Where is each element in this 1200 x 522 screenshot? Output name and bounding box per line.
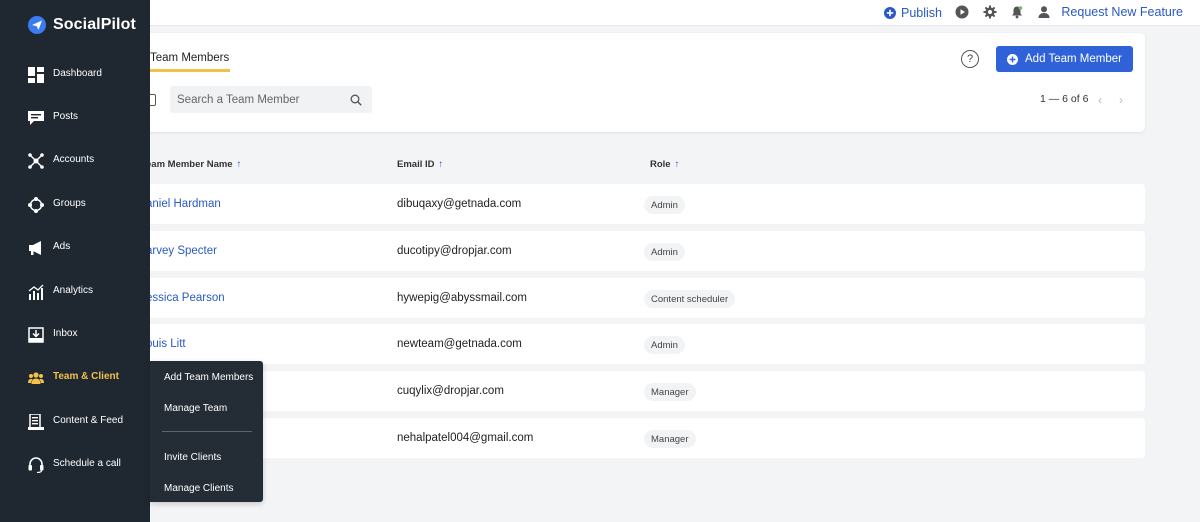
table-row: arvey Specter ducotipy@dropjar.com Admin [130,231,1145,271]
brand-logo[interactable]: SocialPilot [28,16,136,34]
sidebar-item-groups[interactable]: Groups [0,190,150,220]
member-name-link[interactable]: arvey Specter [146,245,217,257]
sidebar-item-label: Analytics [53,285,94,296]
accounts-icon [28,153,44,169]
add-team-member-button[interactable]: Add Team Member [996,46,1133,72]
column-header-name[interactable]: eam Member Name ↑ [146,159,241,170]
search-icon[interactable] [350,94,362,106]
sidebar-item-label: Ads [53,241,71,252]
member-email: newteam@getnada.com [397,338,522,350]
role-badge: Admin [644,336,685,354]
content-feed-icon [28,414,44,430]
play-icon[interactable] [955,5,969,19]
table-row: ouis Litt newteam@getnada.com Admin [130,324,1145,364]
tab-team-members[interactable]: Team Members [150,52,229,64]
column-header-role[interactable]: Role ↑ [650,159,679,170]
sidebar-item-accounts[interactable]: Accounts [0,146,150,176]
sidebar-item-inbox[interactable]: Inbox [0,320,150,350]
member-email: nehalpatel004@gmail.com [397,432,534,444]
submenu-manage-clients[interactable]: Manage Clients [164,483,233,494]
member-email: ducotipy@dropjar.com [397,245,512,257]
sidebar-item-dashboard[interactable]: Dashboard [0,60,150,90]
sidebar-item-schedule-call[interactable]: Schedule a call [0,450,150,480]
brand-name: SocialPilot [53,16,136,33]
sidebar-item-label: Content & Feed [53,415,124,426]
role-badge: Content scheduler [644,290,736,308]
sidebar-item-posts[interactable]: Posts [0,103,150,133]
role-badge: Admin [644,196,685,214]
inbox-icon [28,327,44,343]
next-page-icon[interactable]: › [1119,93,1123,107]
role-badge: Admin [644,243,685,261]
member-name-link[interactable]: aniel Hardman [146,198,221,210]
sidebar-item-team-client[interactable]: Team & Client [0,363,150,393]
submenu-divider [162,431,252,432]
member-name-link[interactable]: ouis Litt [146,338,186,350]
sort-arrow-icon: ↑ [236,159,242,170]
member-email: hywepig@abyssmail.com [397,292,527,304]
team-icon [28,370,44,386]
search-input[interactable] [170,87,340,112]
plus-circle-icon [1007,53,1019,65]
megaphone-icon [28,240,44,256]
sidebar-item-label: Team & Client [53,371,119,382]
team-members-card: Team Members ? Add Team Member 1 — 6 of … [130,33,1145,132]
column-header-label: eam Member Name [146,159,233,170]
sidebar-item-label: Schedule a call [53,458,121,469]
prev-page-icon[interactable]: ‹ [1098,93,1102,107]
publish-label: Publish [901,6,942,20]
column-header-label: Email ID [397,159,435,170]
pagination-info: 1 — 6 of 6 [1040,93,1089,105]
help-icon[interactable]: ? [961,50,979,68]
user-icon[interactable] [1037,5,1051,19]
role-badge: Manager [644,430,696,448]
member-email: dibuqaxy@getnada.com [397,198,522,210]
table-row: cuqylix@dropjar.com Manager [130,371,1145,411]
role-badge: Manager [644,383,696,401]
sidebar-item-label: Posts [53,111,79,122]
table-row: aniel Hardman dibuqaxy@getnada.com Admin [130,184,1145,224]
dashboard-icon [28,67,44,83]
publish-button[interactable]: Publish [884,4,942,22]
posts-icon [28,110,44,126]
sidebar-item-label: Dashboard [53,68,102,79]
headset-icon [28,457,44,473]
analytics-icon [28,284,44,300]
gear-icon[interactable] [983,5,997,19]
sidebar-item-label: Inbox [53,328,78,339]
submenu-invite-clients[interactable]: Invite Clients [164,452,221,463]
groups-icon [28,197,44,213]
plus-circle-icon [884,7,896,19]
sort-arrow-icon: ↑ [674,159,680,170]
sidebar-item-label: Groups [53,198,86,209]
column-header-label: Role [650,159,671,170]
sidebar-item-content-feed[interactable]: Content & Feed [0,407,150,437]
member-email: cuqylix@dropjar.com [397,385,504,397]
sort-arrow-icon: ↑ [438,159,444,170]
add-team-member-label: Add Team Member [1025,53,1122,65]
top-bar: Publish Request New Feature [150,0,1200,26]
table-row: nehalpatel004@gmail.com Manager [130,418,1145,458]
column-header-email[interactable]: Email ID ↑ [397,159,443,170]
submenu-add-team-members[interactable]: Add Team Members [164,372,253,383]
search-box [170,86,372,113]
sidebar-item-label: Accounts [53,154,95,165]
sidebar-item-analytics[interactable]: Analytics [0,277,150,307]
team-client-submenu: Add Team Members Manage Team Invite Clie… [150,361,263,502]
table-row: essica Pearson hywepig@abyssmail.com Con… [130,278,1145,318]
sidebar-item-ads[interactable]: Ads [0,233,150,263]
bell-icon[interactable] [1010,5,1024,19]
submenu-manage-team[interactable]: Manage Team [164,403,227,414]
paper-plane-icon [28,16,46,34]
tab-active-indicator [150,69,230,72]
request-feature-link[interactable]: Request New Feature [1061,5,1183,19]
member-name-link[interactable]: essica Pearson [146,292,225,304]
sidebar: SocialPilot Dashboard Posts Accounts Gro… [0,0,150,522]
